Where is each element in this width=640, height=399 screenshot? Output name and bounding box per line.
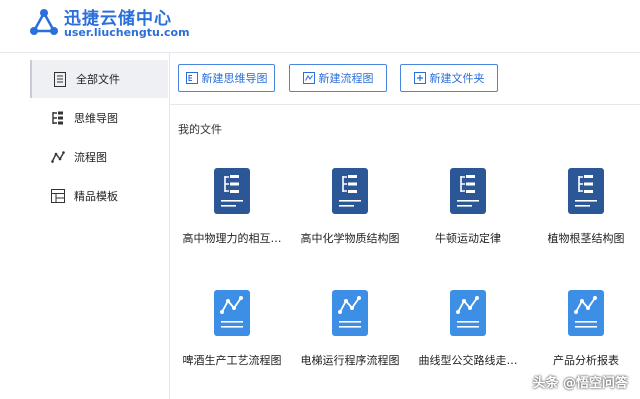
sidebar-item-mindmap[interactable]: 思维导图 — [30, 99, 168, 137]
file-card[interactable]: 电梯运行程序流程图 — [292, 290, 408, 390]
header: 迅捷云储中心 user.liuchengtu.com — [0, 0, 640, 52]
file-name: 啤酒生产工艺流程图 — [182, 354, 282, 367]
mindmap-file-icon — [332, 168, 368, 214]
logo-icon — [30, 9, 58, 35]
new-folder-icon — [413, 72, 426, 84]
new-mindmap-button[interactable]: 新建思维导图 — [178, 64, 275, 92]
sidebar-item-label: 流程图 — [74, 151, 107, 164]
mindmap-icon — [50, 110, 66, 126]
file-name: 高中物理力的相互… — [182, 232, 282, 245]
flowchart-file-icon — [214, 290, 250, 336]
file-name: 植物根茎结构图 — [547, 232, 625, 245]
file-card[interactable]: 高中物理力的相互… — [174, 168, 290, 268]
sidebar-item-flowchart[interactable]: 流程图 — [30, 138, 168, 176]
sidebar-item-label: 精品模板 — [74, 190, 118, 203]
new-flowchart-icon — [302, 72, 315, 84]
file-name: 高中化学物质结构图 — [300, 232, 400, 245]
template-icon — [50, 188, 66, 204]
flowchart-file-icon — [450, 290, 486, 336]
mindmap-file-icon — [214, 168, 250, 214]
document-icon — [52, 71, 68, 87]
section-title: 我的文件 — [178, 123, 222, 136]
file-name: 牛顿运动定律 — [435, 232, 501, 245]
watermark: 头条 @悟空问答 — [532, 376, 628, 391]
flowchart-file-icon — [332, 290, 368, 336]
toolbar-divider — [170, 104, 640, 105]
flowchart-icon — [50, 149, 66, 165]
new-mindmap-icon — [185, 72, 198, 84]
file-card[interactable]: 啤酒生产工艺流程图 — [174, 290, 290, 390]
new-mindmap-label: 新建思维导图 — [201, 72, 268, 85]
sidebar-item-all-files[interactable]: 全部文件 — [30, 60, 168, 98]
file-name: 产品分析报表 — [553, 354, 619, 367]
new-flowchart-button[interactable]: 新建流程图 — [289, 64, 387, 92]
new-folder-label: 新建文件夹 — [429, 72, 485, 85]
file-card[interactable]: 植物根茎结构图 — [528, 168, 640, 268]
file-card[interactable]: 高中化学物质结构图 — [292, 168, 408, 268]
flowchart-file-icon — [568, 290, 604, 336]
sidebar-item-label: 全部文件 — [76, 73, 120, 86]
mindmap-file-icon — [450, 168, 486, 214]
sidebar-item-templates[interactable]: 精品模板 — [30, 177, 168, 215]
app-url: user.liuchengtu.com — [64, 26, 190, 39]
file-card[interactable]: 曲线型公交路线走… — [410, 290, 526, 390]
new-folder-button[interactable]: 新建文件夹 — [400, 64, 498, 92]
file-name: 电梯运行程序流程图 — [300, 354, 400, 367]
new-flowchart-label: 新建流程图 — [318, 72, 374, 85]
mindmap-file-icon — [568, 168, 604, 214]
file-name: 曲线型公交路线走… — [418, 354, 518, 367]
file-card[interactable]: 牛顿运动定律 — [410, 168, 526, 268]
sidebar-item-label: 思维导图 — [74, 112, 118, 125]
